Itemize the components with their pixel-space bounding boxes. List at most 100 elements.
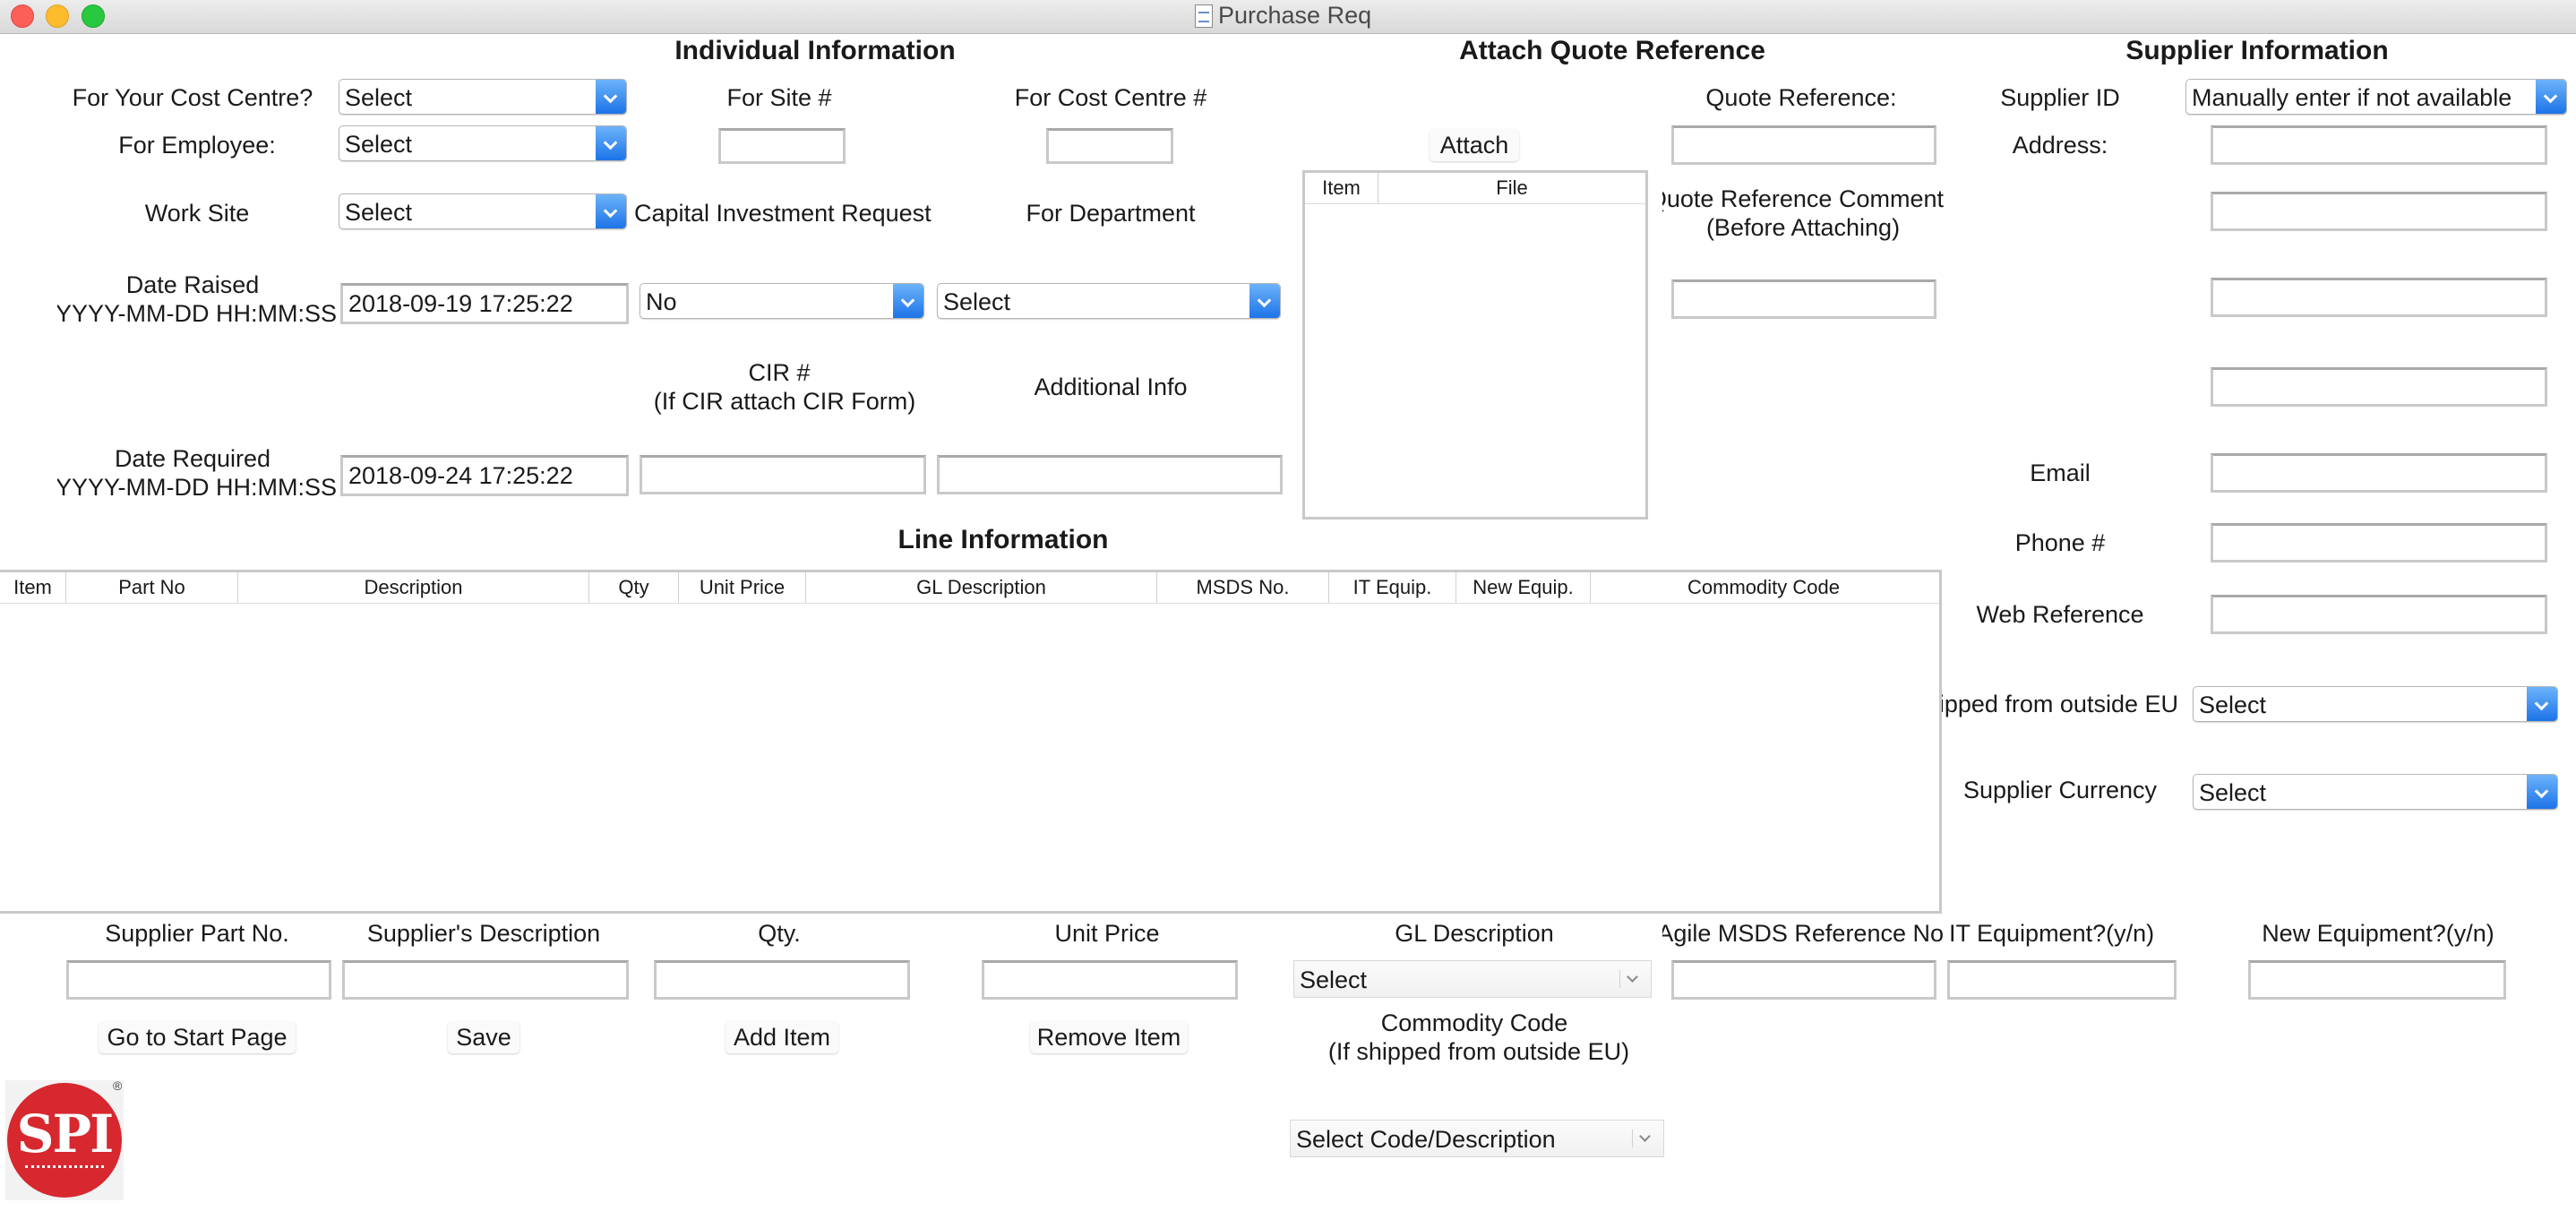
remove-item-button[interactable]: Remove Item bbox=[1030, 1021, 1188, 1053]
it-equipment-input[interactable] bbox=[1947, 960, 2177, 1000]
chevron-down-icon bbox=[1619, 970, 1644, 988]
line-col-gl-description: GL Description bbox=[806, 572, 1157, 603]
supplier-description-input[interactable] bbox=[342, 960, 629, 1000]
address-line-4-input[interactable] bbox=[2211, 367, 2547, 407]
cost-centre-question-select[interactable]: Select bbox=[339, 79, 627, 115]
cost-centre-question-label: For Your Cost Centre? bbox=[72, 84, 313, 111]
capital-investment-value: No bbox=[646, 288, 677, 315]
chevron-down-icon bbox=[1632, 1129, 1656, 1147]
supplier-currency-select[interactable]: Select bbox=[2193, 774, 2558, 810]
address-label: Address: bbox=[2012, 132, 2108, 159]
web-reference-label: Web Reference bbox=[1976, 601, 2144, 628]
phone-input[interactable] bbox=[2211, 523, 2547, 563]
department-value: Select bbox=[943, 288, 1011, 315]
quote-reference-comment-input[interactable] bbox=[1671, 279, 1936, 319]
attach-button[interactable]: Attach bbox=[1430, 129, 1519, 161]
address-line-1-input[interactable] bbox=[2211, 125, 2547, 165]
date-raised-input[interactable]: 2018-09-19 17:25:22 bbox=[340, 283, 629, 324]
line-items-header: Item Part No Description Qty Unit Price … bbox=[0, 572, 1939, 604]
date-required-format-hint: YYYY-MM-DD HH:MM:SS bbox=[57, 474, 337, 501]
work-site-value: Select bbox=[345, 199, 413, 226]
zoom-window-button[interactable] bbox=[82, 4, 105, 28]
line-col-qty: Qty bbox=[589, 572, 679, 603]
qty-input[interactable] bbox=[654, 960, 910, 1000]
new-equipment-input[interactable] bbox=[2248, 960, 2506, 1000]
close-window-button[interactable] bbox=[11, 4, 34, 28]
shipped-outside-eu-select[interactable]: Select bbox=[2193, 686, 2558, 722]
logo-underline bbox=[25, 1165, 104, 1171]
cost-centre-no-input[interactable] bbox=[1046, 128, 1173, 164]
line-col-it-equip: IT Equip. bbox=[1329, 572, 1456, 603]
quote-col-file: File bbox=[1496, 176, 1528, 199]
additional-info-input[interactable] bbox=[937, 455, 1283, 494]
go-to-start-page-button[interactable]: Go to Start Page bbox=[99, 1021, 296, 1053]
cost-centre-question-value: Select bbox=[345, 84, 413, 111]
commodity-code-label: Commodity Code bbox=[1380, 1009, 1568, 1036]
date-required-input[interactable]: 2018-09-24 17:25:22 bbox=[340, 455, 629, 496]
quote-reference-label: Quote Reference: bbox=[1705, 84, 1897, 111]
quote-reference-comment-label: Quote Reference Comment bbox=[1662, 185, 1944, 212]
line-col-new-equip: New Equip. bbox=[1456, 572, 1591, 603]
save-button[interactable]: Save bbox=[448, 1021, 519, 1053]
supplier-currency-label: Supplier Currency bbox=[1962, 777, 2158, 803]
line-col-commodity-code: Commodity Code bbox=[1687, 576, 1840, 598]
cir-hint: (If CIR attach CIR Form) bbox=[653, 388, 916, 415]
quote-reference-input[interactable] bbox=[1671, 125, 1936, 165]
new-equipment-label: New Equipment?(y/n) bbox=[2262, 920, 2494, 947]
chevron-down-icon bbox=[596, 194, 626, 228]
supplier-currency-value: Select bbox=[2199, 779, 2267, 806]
site-label: For Site # bbox=[726, 84, 832, 111]
commodity-code-value: Select Code/Description bbox=[1296, 1126, 1556, 1153]
minimize-window-button[interactable] bbox=[46, 4, 69, 28]
msds-reference-label: Agile MSDS Reference No. bbox=[1662, 920, 1944, 947]
phone-label: Phone # bbox=[2014, 529, 2106, 556]
chevron-down-icon bbox=[2527, 687, 2557, 721]
logo-text: SPI bbox=[16, 1104, 115, 1164]
capital-investment-label: Capital Investment Request bbox=[634, 200, 932, 227]
additional-info-label: Additional Info bbox=[1034, 374, 1188, 400]
msds-reference-input[interactable] bbox=[1671, 960, 1936, 1000]
qty-label: Qty. bbox=[758, 920, 801, 947]
work-site-label: Work Site bbox=[144, 200, 250, 227]
email-input[interactable] bbox=[2211, 453, 2547, 493]
quote-files-table[interactable]: Item File bbox=[1302, 170, 1648, 520]
employee-select[interactable]: Select bbox=[339, 125, 627, 161]
supplier-id-select[interactable]: Manually enter if not available bbox=[2185, 79, 2567, 115]
chevron-down-icon bbox=[2536, 80, 2566, 114]
chevron-down-icon bbox=[596, 126, 626, 160]
line-info-heading: Line Information bbox=[897, 525, 1109, 554]
commodity-code-select[interactable]: Select Code/Description bbox=[1290, 1120, 1664, 1157]
window-title: Purchase Req bbox=[1218, 2, 1372, 29]
capital-investment-select[interactable]: No bbox=[640, 283, 924, 319]
email-label: Email bbox=[2030, 459, 2091, 486]
company-logo: SPI ® bbox=[5, 1078, 124, 1200]
supplier-id-value: Manually enter if not available bbox=[2192, 84, 2512, 111]
line-col-part-no: Part No bbox=[66, 572, 238, 603]
department-select[interactable]: Select bbox=[937, 283, 1281, 319]
supplier-part-no-label: Supplier Part No. bbox=[105, 920, 289, 947]
address-line-2-input[interactable] bbox=[2211, 192, 2547, 231]
address-line-3-input[interactable] bbox=[2211, 278, 2547, 317]
date-required-label: Date Required bbox=[114, 445, 271, 472]
date-raised-label: Date Raised bbox=[125, 271, 260, 298]
chevron-down-icon bbox=[2527, 775, 2557, 809]
line-items-table[interactable]: Item Part No Description Qty Unit Price … bbox=[0, 570, 1942, 914]
shipped-outside-eu-label: Shipped from outside EU bbox=[1935, 691, 2178, 717]
supplier-description-label: Supplier's Description bbox=[366, 920, 601, 947]
shipped-outside-eu-value: Select bbox=[2199, 691, 2267, 718]
supplier-part-no-input[interactable] bbox=[66, 960, 331, 1000]
date-raised-format-hint: YYYY-MM-DD HH:MM:SS bbox=[57, 300, 337, 327]
cir-label: CIR # bbox=[748, 359, 811, 386]
add-item-button[interactable]: Add Item bbox=[726, 1021, 838, 1053]
site-input[interactable] bbox=[718, 128, 846, 164]
commodity-code-hint: (If shipped from outside EU) bbox=[1327, 1038, 1630, 1065]
gl-description-select[interactable]: Select bbox=[1293, 960, 1652, 998]
unit-price-input[interactable] bbox=[982, 960, 1238, 1000]
web-reference-input[interactable] bbox=[2211, 595, 2547, 634]
quote-col-item: Item bbox=[1305, 173, 1378, 203]
cir-input[interactable] bbox=[640, 455, 926, 494]
line-col-description: Description bbox=[238, 572, 589, 603]
work-site-select[interactable]: Select bbox=[339, 193, 627, 229]
employee-label: For Employee: bbox=[118, 132, 276, 159]
document-icon bbox=[1195, 4, 1213, 28]
